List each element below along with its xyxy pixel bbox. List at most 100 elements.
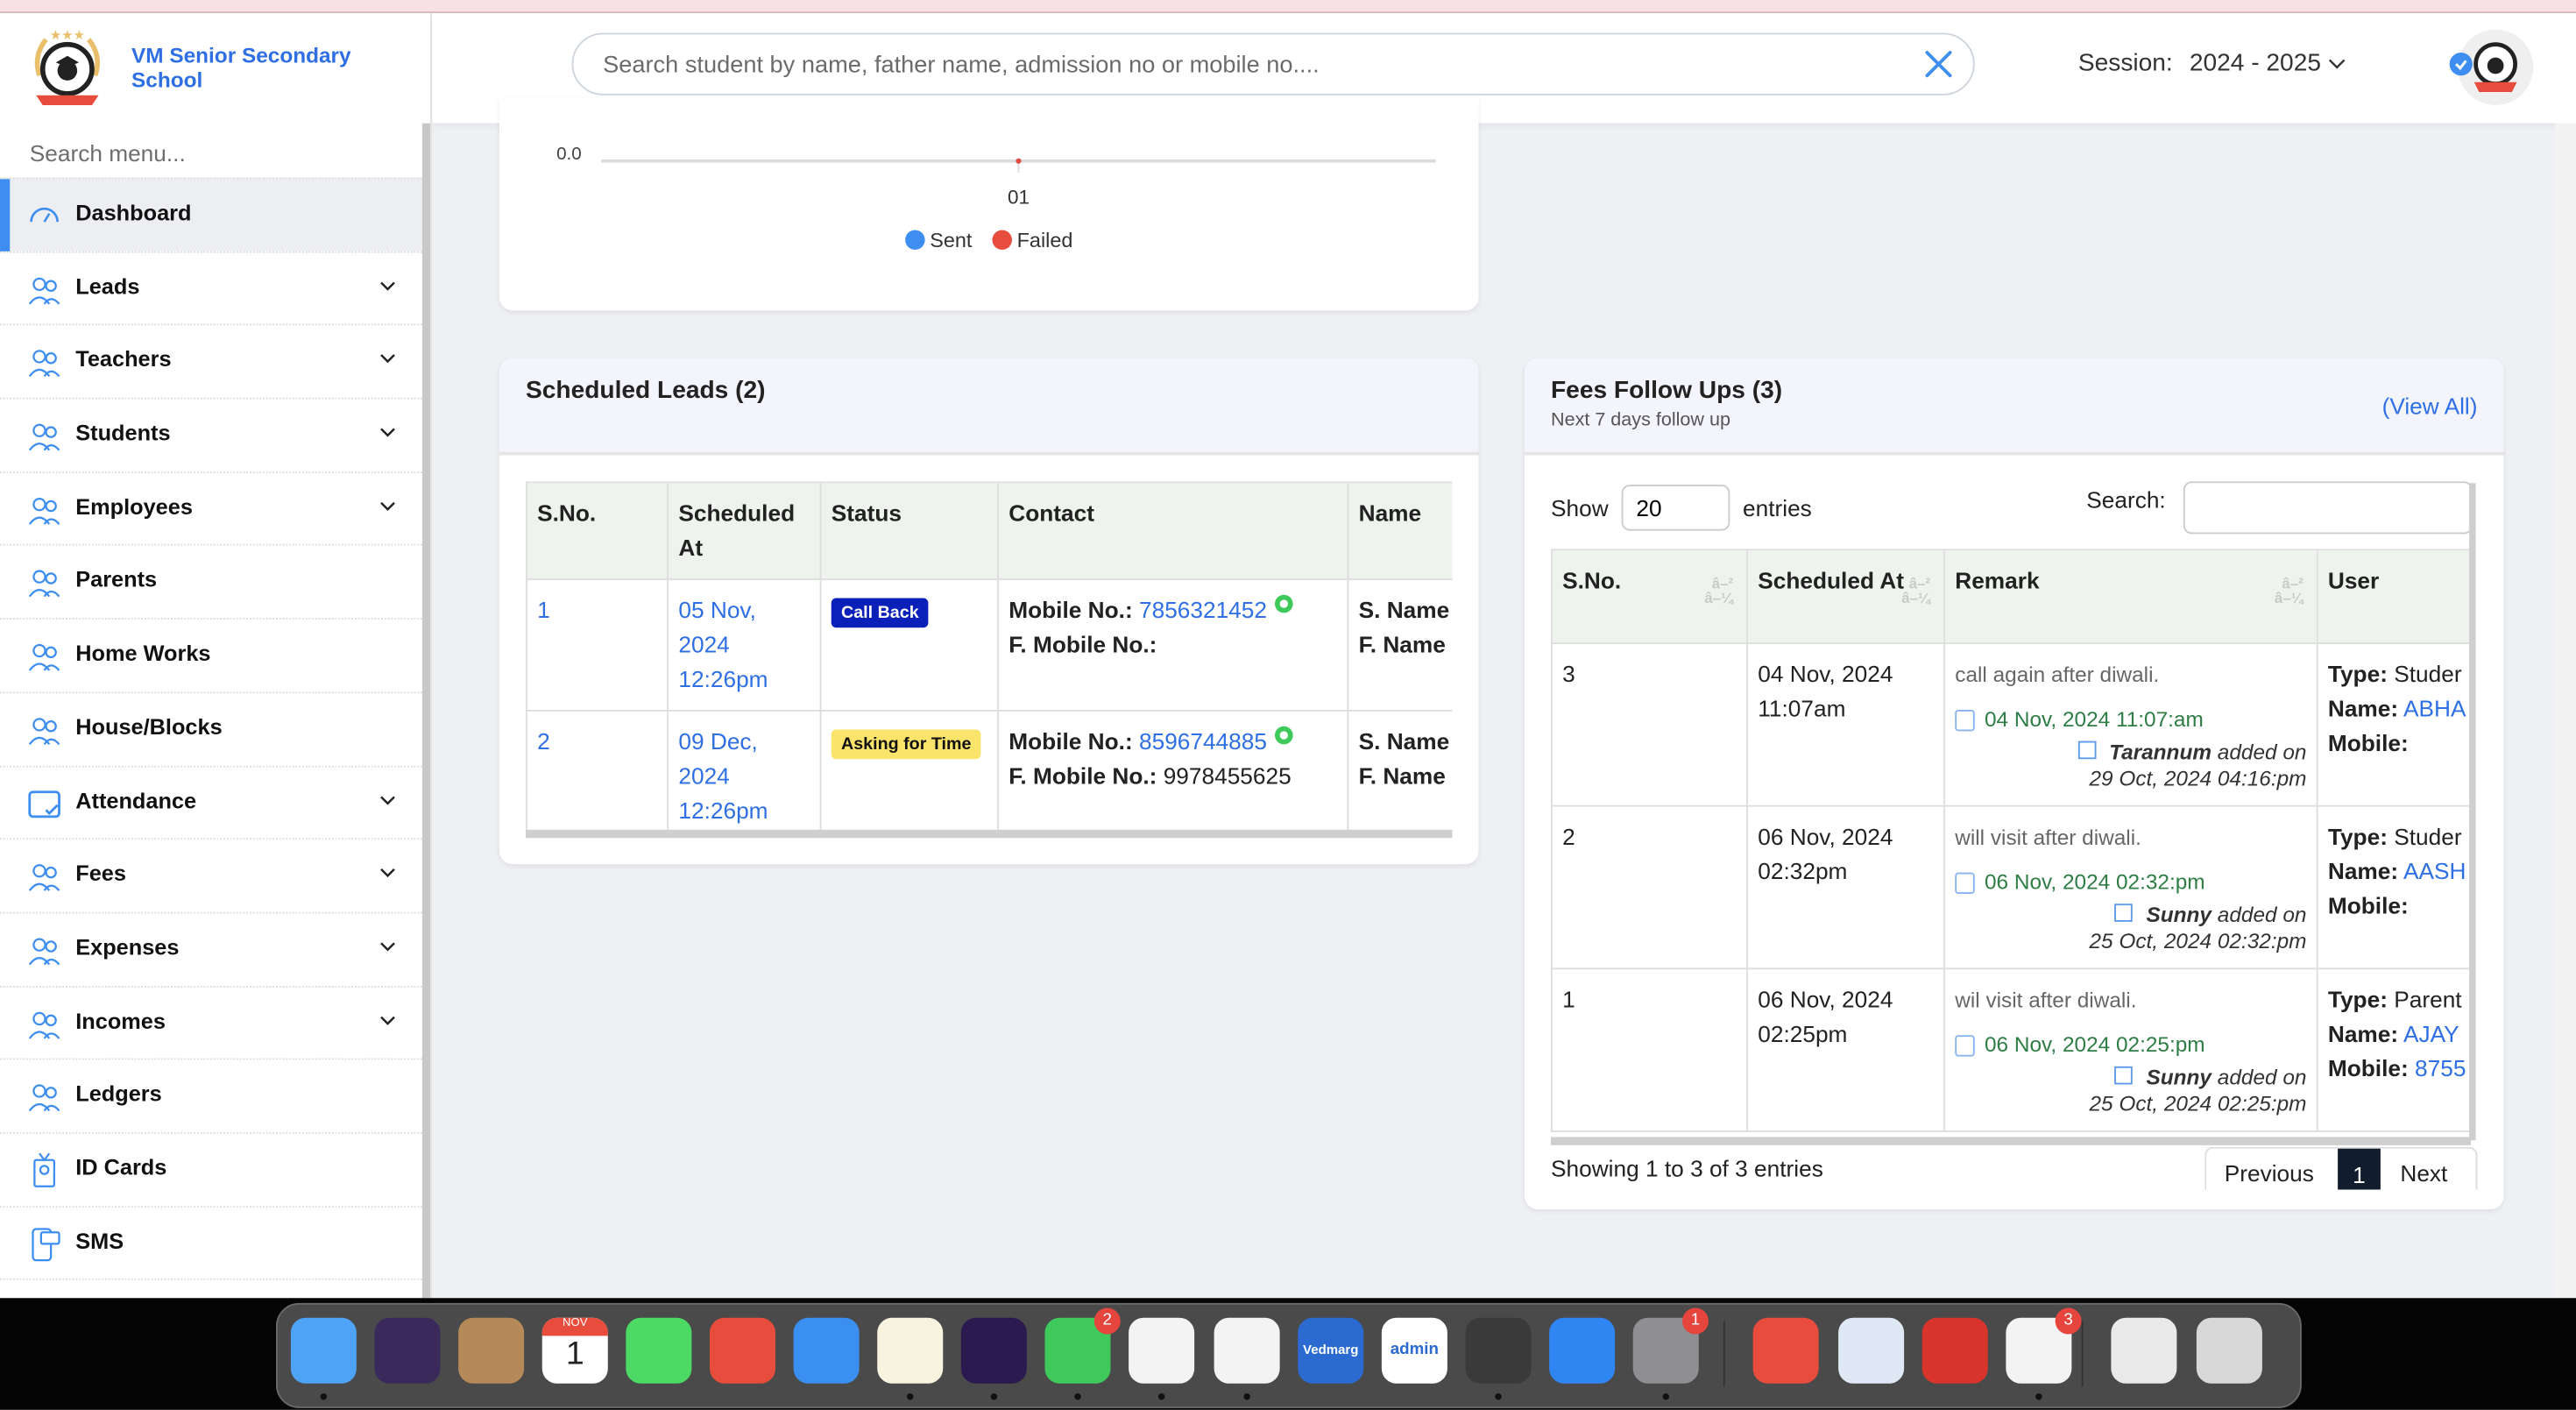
sidebar-item-home-works[interactable]: Home Works [0,618,422,691]
edit-icon[interactable] [2077,740,2097,760]
dock-app-app-store[interactable] [1549,1317,1616,1384]
dock-app-trash[interactable] [2196,1317,2262,1384]
dock-app-vedmarg-admin[interactable]: admin [1381,1317,1447,1384]
dock-app-downloads-stack[interactable] [2111,1317,2177,1384]
sidebar-item-id-cards[interactable]: ID Cards [0,1131,422,1206]
sidebar-item-house-blocks[interactable]: House/Blocks [0,691,422,765]
session-selector[interactable]: Session: 2024 - 2025 [2078,49,2346,77]
sidebar-item-parents[interactable]: Parents [0,544,422,618]
sidebar-item-leads[interactable]: Leads [0,251,422,324]
calendar-icon [1955,710,1975,732]
entries-per-page-select[interactable] [1621,485,1730,531]
main-scrollbar[interactable] [2554,123,2576,1299]
dock-app-firefox[interactable] [960,1317,1027,1384]
dock-app-photo-booth[interactable] [1921,1317,1988,1384]
fees-table-vscroll[interactable] [2469,483,2476,1141]
menu-search-input[interactable] [26,132,411,173]
fees-table-hscroll[interactable] [1551,1137,2471,1145]
global-search-input[interactable] [599,34,1888,97]
sidebar-item-label: Attendance [75,788,197,813]
sidebar-item-attendance[interactable]: Attendance [0,764,422,839]
dock-app-siri[interactable] [374,1317,441,1384]
user-name-link[interactable]: ABHA [2403,695,2466,721]
avatar-image [2449,29,2534,105]
sidebar-item-students[interactable]: Students [0,397,422,471]
dock-app-safari[interactable] [1214,1317,1280,1384]
scheduled-date-link[interactable]: 05 Nov, 2024 12:26pm [678,597,768,692]
app-label: admin [1390,1341,1439,1359]
dock-app-anydesk[interactable] [1752,1317,1819,1384]
sidebar-item-teachers[interactable]: Teachers [0,324,422,398]
dock-app-facetime[interactable] [626,1317,692,1384]
houses-icon [28,717,60,745]
dock-app-sublime-text[interactable] [1465,1317,1532,1384]
chevron-down-icon [380,942,395,952]
page-1-button[interactable]: 1 [2338,1148,2381,1190]
dock-app-notes[interactable] [877,1317,944,1384]
previous-page-button[interactable]: Previous [2225,1160,2314,1187]
col-user[interactable]: User [2316,549,2471,644]
leads-table-hscroll[interactable] [526,829,1453,839]
brand-block[interactable]: ★★★ VM Senior Secondary School [0,13,433,124]
col-contact[interactable]: Contact [997,481,1349,580]
pagination: Previous 1 Next [2204,1146,2478,1190]
dock-app-chrome[interactable] [1129,1317,1195,1384]
view-all-link[interactable]: (View All) [2382,393,2478,419]
sno-link[interactable]: 2 [537,728,550,755]
user-name-link[interactable]: AASH [2403,858,2466,884]
next-page-button[interactable]: Next [2400,1160,2447,1187]
dock-app-anydesk[interactable] [710,1317,775,1384]
table-search-input[interactable] [2183,481,2473,535]
edit-icon[interactable] [2114,903,2134,922]
sidebar-item-expenses[interactable]: Expenses [0,911,422,985]
sidebar-scrollbar[interactable] [421,123,431,1299]
dock-app-contacts[interactable] [458,1317,525,1384]
dock-app-preview[interactable] [1838,1317,1905,1384]
col-sno[interactable]: S.No. â–² â–¼ [1551,549,1748,644]
dock-app-mail[interactable] [793,1317,860,1384]
sidebar-item-ledgers[interactable]: Ledgers [0,1058,422,1132]
dock-app-finder[interactable] [290,1317,357,1384]
col-scheduled-at[interactable]: Scheduled At â–² â–¼ [1746,549,1945,644]
dock-app-calendar[interactable]: NOV 1 [541,1317,608,1384]
sidebar-item-notice[interactable]: Notice [0,1279,422,1298]
col-sno[interactable]: S.No. [526,481,669,580]
sidebar-item-employees[interactable]: Employees [0,471,422,545]
father-mobile-value: 9978455625 [1163,762,1292,789]
edit-icon[interactable] [2114,1066,2134,1085]
sno-link[interactable]: 1 [537,597,550,623]
col-scheduled-at[interactable]: Scheduled At [667,481,822,580]
col-status[interactable]: Status [819,481,999,580]
sidebar-item-incomes[interactable]: Incomes [0,985,422,1059]
mobile-link[interactable]: 7856321452 [1139,597,1267,623]
phone-message-icon [32,1227,60,1261]
sidebar-item-fees[interactable]: Fees [0,838,422,912]
sidebar-item-label: Ledgers [75,1081,162,1107]
user-name-link[interactable]: AJAY [2403,1020,2459,1046]
father-name-label: F. Name [1358,631,1446,657]
mobile-link[interactable]: 8596744885 [1139,728,1267,755]
cell-scheduled-at: 05 Nov, 2024 12:26pm [667,578,822,712]
homework-icon [28,644,60,671]
sidebar-menu: Dashboard Leads Teachers Students Employ… [0,177,422,1299]
user-mobile-link[interactable]: 8755 [2415,1055,2466,1081]
whatsapp-icon[interactable] [1275,594,1294,613]
col-name[interactable]: Name [1347,481,1453,580]
sms-chart: 0.0 01 Sent Failed [556,144,1436,252]
cell-sno: 1 [1551,967,1748,1132]
dock-app-microsoft-autoupdate[interactable]: 3 [2006,1307,2082,1384]
col-remark[interactable]: Remark â–² â–¼ [1943,549,2318,644]
fees-followups-card: Fees Follow Ups (3) Next 7 days follow u… [1525,358,2504,1209]
dock-app-whatsapp[interactable]: 2 [1044,1307,1121,1384]
whatsapp-icon[interactable] [1275,726,1294,745]
sidebar-item-label: SMS [75,1228,124,1253]
sidebar-item-dashboard[interactable]: Dashboard [0,177,422,252]
clear-search-icon[interactable] [1921,46,1957,82]
scheduled-date: 04 Nov, 2024 [1758,660,1893,687]
dock-app-system-settings[interactable]: 1 [1632,1307,1709,1384]
lead-search-icon [28,277,60,305]
dock-app-vedmarg[interactable]: Vedmarg [1298,1317,1364,1384]
user-avatar[interactable] [2445,26,2534,109]
scheduled-date-link[interactable]: 09 Dec, 2024 12:26pm [678,728,768,824]
sidebar-item-sms[interactable]: SMS [0,1205,422,1279]
